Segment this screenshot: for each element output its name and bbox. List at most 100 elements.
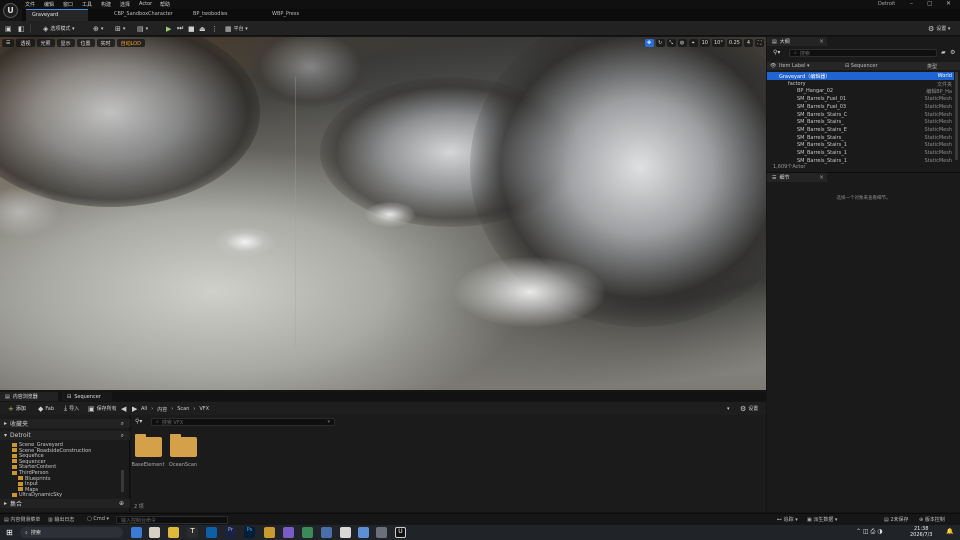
menu-window[interactable]: 窗口 (63, 1, 73, 8)
settings-dropdown[interactable]: ⚙ 设置 ▾ (928, 24, 950, 33)
eject-button[interactable]: ⏏ (199, 24, 208, 33)
menu-tools[interactable]: 工具 (82, 1, 92, 8)
path-dropdown-icon[interactable]: ▾ (727, 404, 730, 413)
fab-button[interactable]: ◆ Fab (38, 404, 54, 413)
menu-build[interactable]: 构建 (101, 1, 111, 8)
column-sequencer[interactable]: ⊟ Sequencer (845, 63, 878, 69)
app-icon-8[interactable] (376, 527, 387, 538)
menu-file[interactable]: 文件 (25, 1, 35, 8)
derived-data-button[interactable]: ▣ 派生数据 ▾ (807, 516, 837, 523)
world-space-icon[interactable]: ◍ (677, 39, 687, 47)
history-back-icon[interactable]: ◀ (121, 404, 128, 413)
play-button[interactable]: ▶ (166, 24, 173, 33)
cmd-dropdown[interactable]: ▢ Cmd ▾ (87, 516, 109, 522)
source-control-button[interactable]: ⊕ 版本控制 (919, 516, 945, 523)
notification-icon[interactable]: 🔔 (946, 528, 953, 535)
auto-lod-button[interactable]: 自动LOD (116, 39, 145, 47)
maximize-viewport-icon[interactable]: ⛶ (755, 39, 764, 47)
app-icon-5[interactable] (321, 527, 332, 538)
tab-graveyard[interactable]: Graveyard (26, 9, 88, 21)
folder-tree-item[interactable]: UltraDynamicSky (12, 492, 62, 498)
app-icon-3[interactable] (283, 527, 294, 538)
close-icon[interactable]: ✕ (946, 0, 951, 7)
play-options-button[interactable]: ⋮ (211, 24, 220, 33)
output-log-button[interactable]: ▥ 输出日志 (48, 516, 74, 523)
content-browser-tab[interactable]: ▤ 内容浏览器 (0, 392, 58, 401)
cinematics-button[interactable]: ▤ ▾ (137, 24, 148, 33)
add-folder-icon[interactable]: ▰ (941, 49, 946, 56)
menu-edit[interactable]: 编辑 (44, 1, 54, 8)
favorites-section[interactable]: ▸ 收藏夹 ⌕ (0, 419, 130, 428)
mode-dropdown[interactable]: ◈ 选项模式 ▾ (43, 24, 75, 33)
console-command-input[interactable]: 输入控制台命令 (116, 516, 228, 524)
add-actor-button[interactable]: ⊕ ▾ (93, 24, 103, 33)
outliner-search-input[interactable]: ⌕ 搜索 (789, 49, 937, 57)
edge-browser-icon[interactable] (131, 527, 142, 538)
outliner-settings-icon[interactable]: ⚙ (950, 49, 955, 56)
photoshop-icon[interactable]: Ps (244, 527, 255, 538)
chrome-icon[interactable] (149, 527, 160, 538)
save-icon[interactable]: ▣ (5, 24, 14, 33)
level-viewport[interactable]: ☰ 透视 光照 显示 位置 实时 自动LOD ✥ ↻ ⤡ ◍ ⌖ 10 10° … (0, 37, 766, 390)
history-forward-icon[interactable]: ▶ (132, 404, 139, 413)
import-button[interactable]: ⤓ 导入 (64, 404, 79, 413)
asset-search-input[interactable]: ⌕ 搜索 VFX ▾ (151, 418, 335, 426)
typora-icon[interactable]: T (187, 527, 198, 538)
root-search-icon[interactable]: ⌕ (121, 432, 124, 440)
stop-button[interactable]: ■ (188, 24, 197, 33)
details-close-icon[interactable]: × (819, 174, 824, 181)
grid-snap-button[interactable]: 10 (699, 39, 710, 47)
outliner-close-icon[interactable]: × (819, 38, 824, 45)
perspective-button[interactable]: 透视 (16, 39, 35, 47)
step-button[interactable]: ⏭ (177, 24, 185, 33)
menu-help[interactable]: 帮助 (160, 1, 170, 8)
content-icon[interactable]: ◧ (18, 24, 27, 33)
column-type[interactable]: 类型 (927, 63, 937, 70)
tab-wbp-press[interactable]: WBP_Press (266, 9, 326, 21)
folder-base-element[interactable] (135, 434, 162, 457)
breadcrumb-content[interactable]: 内容 (157, 406, 167, 413)
tree-scrollbar[interactable] (121, 470, 124, 492)
add-button[interactable]: + 添加 (8, 404, 26, 413)
viewport-options-button[interactable]: ☰ (2, 39, 15, 47)
unreal-taskbar-icon[interactable]: U (395, 527, 406, 538)
taskbar-search-input[interactable]: ⌕ 搜索 (20, 527, 123, 538)
filter-icon[interactable]: ⚲▾ (773, 49, 780, 56)
breadcrumb-vfx[interactable]: VFX (199, 406, 209, 412)
scale-icon[interactable]: ⤡ (666, 39, 676, 47)
folder-ocean-scan[interactable] (170, 434, 197, 457)
app-icon-7[interactable] (358, 527, 369, 538)
trace-button[interactable]: ⊷ 追踪 ▾ (777, 516, 798, 523)
breadcrumb-all[interactable]: All (141, 406, 147, 412)
app-icon-2[interactable] (264, 527, 275, 538)
windows-start-icon[interactable]: ⊞ (6, 528, 13, 537)
menu-select[interactable]: 选择 (120, 1, 130, 8)
platform-dropdown[interactable]: ▦ 平台 ▾ (225, 24, 248, 33)
tab-bp-twobodies[interactable]: BP_twobodies (187, 9, 257, 21)
unreal-logo-icon[interactable]: U (3, 3, 18, 18)
rotation-snap-button[interactable]: 10° (711, 39, 725, 47)
favorites-search-icon[interactable]: ⌕ (121, 420, 124, 428)
details-tab[interactable]: ☰ 细节 (767, 173, 827, 182)
content-drawer-button[interactable]: ▤ 内容侧滑菜单 (4, 516, 40, 523)
location-button[interactable]: 位置 (76, 39, 95, 47)
select-transform-icon[interactable]: ✥ (644, 39, 654, 47)
menu-actor[interactable]: Actor (139, 1, 152, 7)
add-collection-icon[interactable]: ⊕ (119, 500, 124, 507)
maximize-icon[interactable]: ▢ (927, 0, 933, 7)
minimize-icon[interactable]: – (910, 0, 913, 7)
breadcrumb-scan[interactable]: Scan (177, 406, 189, 412)
column-item-label[interactable]: Item Label ▾ (779, 63, 810, 69)
clock-date[interactable]: 2026/7/3 (910, 532, 932, 538)
premiere-icon[interactable]: Pr (225, 527, 236, 538)
collections-section[interactable]: ▸ 集合 ⊕ (0, 499, 130, 508)
visibility-column-icon[interactable]: 👁 (770, 63, 776, 69)
camera-speed-button[interactable]: 4 (744, 39, 753, 47)
scale-snap-button[interactable]: 0.25 (726, 39, 742, 47)
tray-icons[interactable]: ⌃ ◫ ⎙ ◑ (856, 528, 882, 536)
rotate-icon[interactable]: ↻ (655, 39, 665, 47)
outliner-tab[interactable]: ▤ 大纲 (767, 37, 827, 46)
app-icon-1[interactable] (206, 527, 217, 538)
asset-filter-icon[interactable]: ⚲▾ (135, 418, 142, 425)
app-icon-4[interactable] (302, 527, 313, 538)
